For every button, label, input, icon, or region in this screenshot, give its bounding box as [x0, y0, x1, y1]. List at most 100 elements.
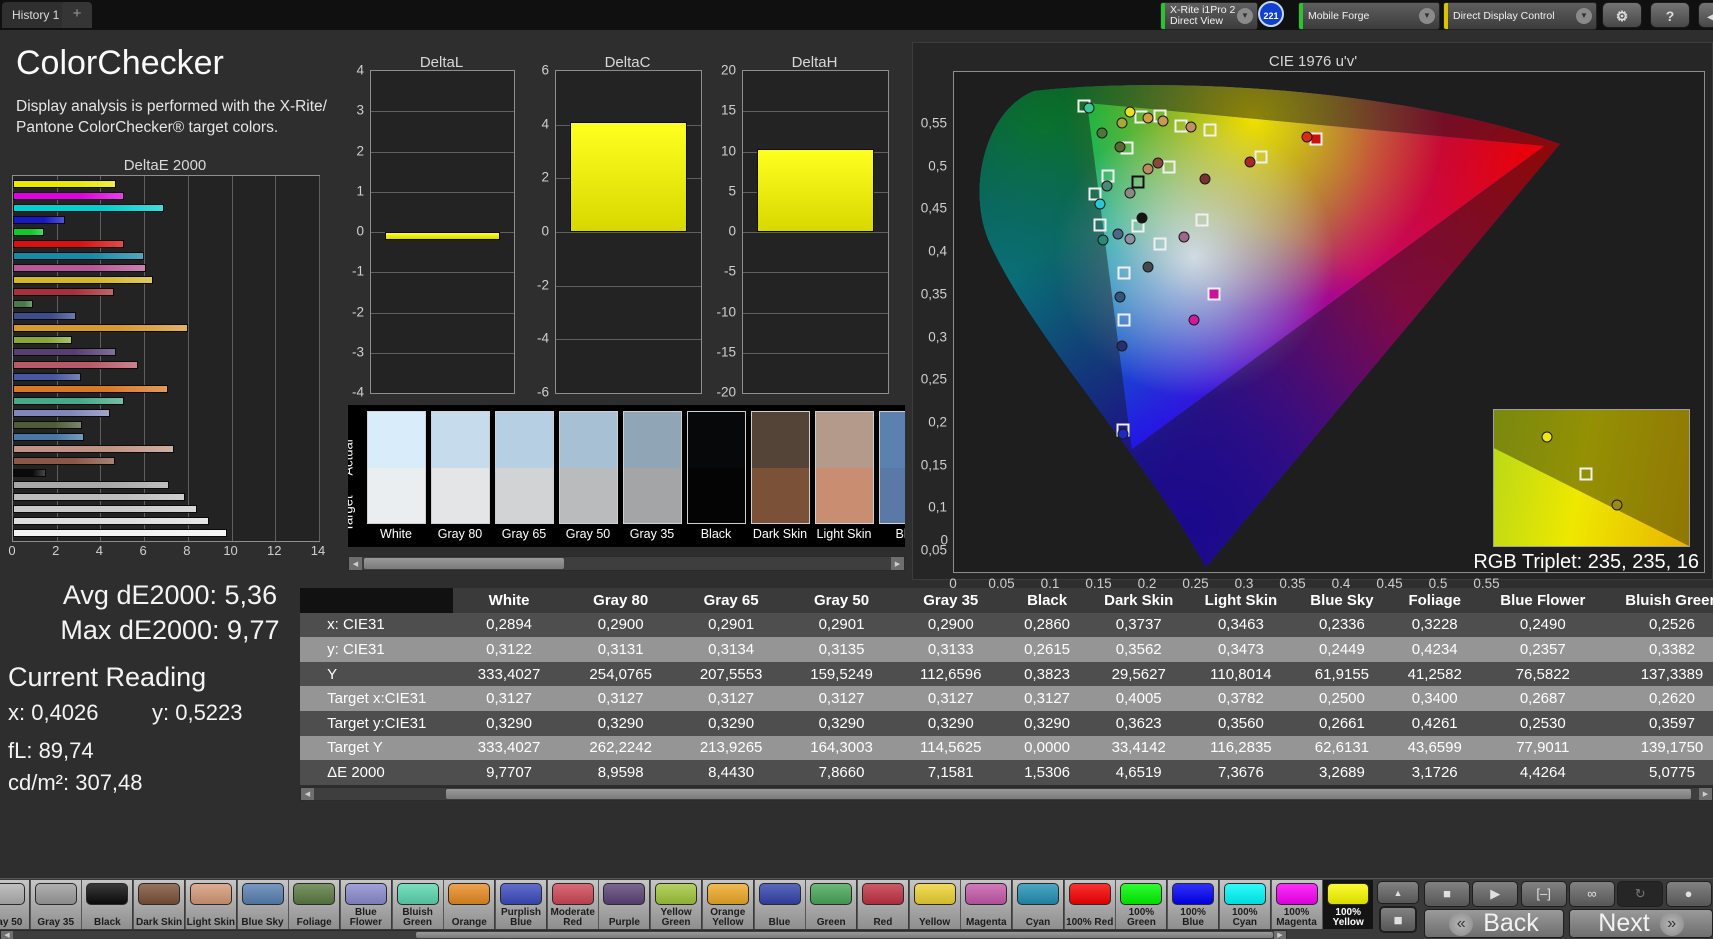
- patch-color-chip: [603, 883, 646, 905]
- scrollbar-thumb[interactable]: [416, 932, 1273, 938]
- cie-measured-marker: [1301, 131, 1312, 143]
- deltae-bar-orange-yellow: [13, 324, 188, 333]
- table-row: y: CIE31 0,3122 0,3131 0,3134 0,3135 0,3133 0,…: [300, 637, 1713, 662]
- patch-button-gray-50[interactable]: Gray 50: [0, 880, 29, 929]
- toolbar-scrollbar[interactable]: ◀ ▶: [0, 930, 1287, 939]
- patch-button-cyan[interactable]: Cyan: [1012, 880, 1063, 929]
- chevron-double-left-icon: «: [1449, 911, 1474, 936]
- cie-measured-marker: [1097, 234, 1108, 246]
- patch-button-100-yellow[interactable]: 100% Yellow: [1322, 880, 1374, 929]
- table-cell: 0,3127: [1004, 686, 1090, 711]
- table-cell: 41,2582: [1390, 661, 1480, 687]
- help-button[interactable]: ?: [1650, 2, 1690, 28]
- patch-button-gray-35[interactable]: Gray 35: [29, 880, 81, 929]
- patch-button-green[interactable]: Green: [805, 880, 857, 929]
- scroll-left-icon[interactable]: ◀: [349, 557, 362, 570]
- table-cell: 0,3382: [1606, 637, 1713, 662]
- pattern-window-button[interactable]: ■: [1379, 906, 1417, 933]
- patch-button-yellow-green[interactable]: Yellow Green: [650, 880, 702, 929]
- patch-button-purple[interactable]: Purple: [598, 880, 650, 929]
- table-cell: 7,3676: [1188, 760, 1294, 785]
- deltal-chart: [370, 70, 515, 394]
- patch-button-magenta[interactable]: Magenta: [960, 880, 1012, 929]
- patch-button-foliage[interactable]: Foliage: [288, 880, 340, 929]
- deltae-bar-blue-flower: [13, 408, 110, 417]
- continuous-button[interactable]: ∞: [1568, 881, 1615, 907]
- record-button[interactable]: ●: [1665, 881, 1712, 907]
- patch-button-yellow[interactable]: Yellow: [908, 880, 960, 929]
- table-cell: 0,2900: [896, 612, 1005, 638]
- swatch-actual: [688, 412, 745, 468]
- table-scrollbar[interactable]: ◀ ▶: [300, 787, 1713, 801]
- patch-button-orange[interactable]: Orange: [443, 880, 495, 929]
- next-button[interactable]: Next »: [1569, 909, 1713, 938]
- table-cell: 0,0000: [1004, 735, 1090, 761]
- pattern-list-up-button[interactable]: ▲: [1377, 881, 1419, 904]
- patch-button-blue-sky[interactable]: Blue Sky: [236, 880, 288, 929]
- deltae-x-tick: 4: [95, 543, 104, 558]
- avg-de2000-value: Avg dE2000: 5,36: [62, 580, 278, 610]
- dh-value-bar: [757, 149, 874, 232]
- patch-button-bluish-green[interactable]: Bluish Green: [391, 880, 443, 929]
- deltae-chart-title: DeltaE 2000: [123, 157, 207, 174]
- swatch-gray-35: [623, 411, 682, 524]
- dc-value-bar: [570, 121, 687, 232]
- cie-y-tick: 0,25: [920, 371, 947, 387]
- source-dropdown[interactable]: Mobile Forge ▼: [1298, 2, 1440, 30]
- patch-button-100-magenta[interactable]: 100% Magenta: [1270, 880, 1322, 929]
- patch-button-red[interactable]: Red: [856, 880, 908, 929]
- scrollbar-thumb[interactable]: [364, 558, 564, 569]
- back-button[interactable]: « Back: [1424, 909, 1564, 938]
- swatch-strip-scrollbar[interactable]: ◀ ▶: [348, 556, 905, 571]
- patch-button-moderate-red[interactable]: Moderate Red: [546, 880, 598, 929]
- deltae-bar-red: [13, 288, 114, 297]
- display-control-dropdown[interactable]: Direct Display Control ▼: [1443, 2, 1597, 30]
- settings-button[interactable]: ⚙: [1602, 2, 1642, 28]
- patch-button-purplish-blue[interactable]: Purplish Blue: [495, 880, 546, 929]
- play-button[interactable]: ▶: [1472, 881, 1519, 907]
- meter-count-badge: 221: [1258, 1, 1284, 27]
- scrollbar-thumb[interactable]: [446, 789, 1691, 799]
- deltac-chart-title: DeltaC: [604, 54, 651, 71]
- gridline: [371, 312, 514, 314]
- cie-target-marker: [1117, 313, 1130, 326]
- cie-target-marker: [1195, 213, 1209, 226]
- patch-color-chip: [1120, 883, 1163, 905]
- scroll-left-icon[interactable]: ◀: [301, 788, 314, 800]
- meter-dropdown[interactable]: X-Rite i1Pro 2 Direct View ▼: [1160, 2, 1258, 30]
- collapse-panel-button[interactable]: ◀: [1698, 2, 1713, 28]
- cie-target-marker: [1203, 123, 1217, 136]
- patch-button-light-skin[interactable]: Light Skin: [184, 880, 236, 929]
- step-icon: [–]: [1536, 886, 1551, 901]
- patch-color-chip: [138, 883, 181, 905]
- row-label: x: CIE31: [321, 612, 453, 638]
- patch-button-orange-yellow[interactable]: Orange Yellow: [701, 880, 753, 929]
- scroll-right-icon[interactable]: ▶: [1699, 788, 1712, 800]
- patch-button-blue[interactable]: Blue: [753, 880, 805, 929]
- table-cell: 29,5627: [1089, 661, 1189, 687]
- table-row: Target y:CIE31 0,3290 0,3290 0,3290 0,3290 0,…: [300, 710, 1713, 736]
- patch-button-100-cyan[interactable]: 100% Cyan: [1218, 880, 1270, 929]
- swatch-target: [880, 467, 905, 523]
- patch-button-100-green[interactable]: 100% Green: [1115, 880, 1167, 929]
- patch-color-chip: [706, 883, 749, 905]
- table-cell: 77,9011: [1479, 735, 1607, 761]
- refresh-button[interactable]: ↻: [1617, 881, 1664, 907]
- scroll-right-icon[interactable]: ▶: [1274, 931, 1286, 939]
- scroll-right-icon[interactable]: ▶: [891, 557, 904, 570]
- gridline: [556, 232, 701, 233]
- add-tab-button[interactable]: +: [62, 2, 92, 28]
- patch-button-100-red[interactable]: 100% Red: [1063, 880, 1115, 929]
- patch-button-100-blue[interactable]: 100% Blue: [1167, 880, 1219, 929]
- step-button[interactable]: [–]: [1520, 881, 1567, 907]
- stop-button[interactable]: ■: [1424, 881, 1470, 907]
- scroll-left-icon[interactable]: ◀: [1, 931, 13, 939]
- tab-history-1[interactable]: History 1: [2, 2, 70, 28]
- deltal-chart-title: DeltaL: [419, 54, 464, 71]
- patch-button-dark-skin[interactable]: Dark Skin: [133, 880, 185, 929]
- patch-button-label: 100% Cyan: [1232, 907, 1258, 928]
- swatch-actual: [816, 412, 873, 468]
- current-reading-fl: fL: 89,74: [8, 738, 94, 763]
- patch-button-blue-flower[interactable]: Blue Flower: [339, 880, 391, 929]
- patch-button-black[interactable]: Black: [81, 880, 133, 929]
